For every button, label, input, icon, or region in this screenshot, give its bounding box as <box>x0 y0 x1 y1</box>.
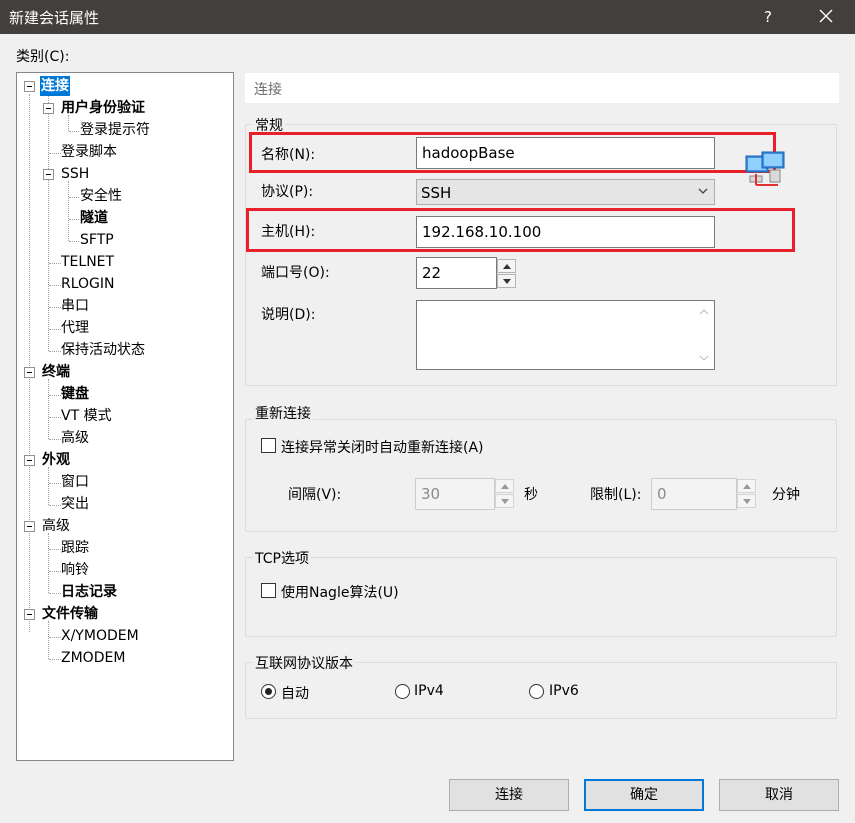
tree-item-telnet[interactable]: TELNET <box>61 252 114 272</box>
radio-ipv6[interactable] <box>529 684 544 699</box>
network-icon <box>745 151 785 186</box>
protocol-label: 协议(P): <box>261 184 314 200</box>
tree-item-connection[interactable]: 连接 <box>40 76 70 96</box>
spin-up-button[interactable] <box>737 479 756 493</box>
tree-item-zmodem[interactable]: ZMODEM <box>61 648 125 668</box>
auto-reconnect-checkbox[interactable] <box>261 438 276 453</box>
tree-item-highlight[interactable]: 突出 <box>61 494 89 514</box>
arrow-up-icon <box>501 484 509 489</box>
spin-up-button[interactable] <box>497 259 516 273</box>
category-label: 类别(C): <box>16 49 70 65</box>
tree-item-window[interactable]: 窗口 <box>61 472 89 492</box>
collapse-icon[interactable] <box>43 103 54 114</box>
tree-item-ssh[interactable]: SSH <box>61 164 89 184</box>
title-bar: 新建会话属性 ? <box>0 0 855 34</box>
tree-item-rlogin[interactable]: RLOGIN <box>61 274 115 294</box>
port-label: 端口号(O): <box>261 265 330 281</box>
tree-item-proxy[interactable]: 代理 <box>61 318 89 338</box>
scroll-down-icon <box>699 355 709 361</box>
spin-down-button[interactable] <box>737 494 756 508</box>
tcp-group-title: TCP选项 <box>253 548 311 568</box>
radio-ipv4-label[interactable]: IPv4 <box>414 683 444 699</box>
arrow-down-icon <box>743 499 751 504</box>
reconnect-group <box>245 419 837 532</box>
tree-item-serial[interactable]: 串口 <box>61 296 89 316</box>
tree-item-file-transfer[interactable]: 文件传输 <box>42 604 98 624</box>
spin-down-button[interactable] <box>497 274 516 288</box>
tree-item-terminal[interactable]: 终端 <box>42 362 70 382</box>
auto-reconnect-label[interactable]: 连接异常关闭时自动重新连接(A) <box>281 437 484 457</box>
collapse-icon[interactable] <box>43 169 54 180</box>
tree-item-keyboard[interactable]: 键盘 <box>61 384 89 404</box>
tree-item-vt-modes[interactable]: VT 模式 <box>61 406 112 426</box>
radio-auto-label[interactable]: 自动 <box>281 683 309 703</box>
collapse-icon[interactable] <box>24 455 35 466</box>
arrow-down-icon <box>503 279 511 284</box>
arrow-up-icon <box>503 264 511 269</box>
protocol-select[interactable]: SSH <box>416 179 715 205</box>
help-button[interactable]: ? <box>756 5 780 29</box>
tree-item-trace[interactable]: 跟踪 <box>61 538 89 558</box>
tree-item-sftp[interactable]: SFTP <box>80 230 114 250</box>
arrow-up-icon <box>743 484 751 489</box>
tree-item-user-auth[interactable]: 用户身份验证 <box>61 98 145 118</box>
limit-unit: 分钟 <box>772 487 800 503</box>
scroll-up-icon <box>699 309 709 315</box>
description-field[interactable] <box>416 300 715 370</box>
collapse-icon[interactable] <box>24 367 35 378</box>
close-button[interactable] <box>812 4 840 30</box>
description-label: 说明(D): <box>261 307 316 323</box>
tree-item-keep-alive[interactable]: 保持活动状态 <box>61 340 145 360</box>
radio-ipv4[interactable] <box>395 684 410 699</box>
section-header: 连接 <box>245 73 839 103</box>
limit-label: 限制(L): <box>590 487 642 503</box>
close-icon <box>819 9 833 23</box>
collapse-icon[interactable] <box>24 521 35 532</box>
cancel-button[interactable]: 取消 <box>719 779 839 811</box>
interval-unit: 秒 <box>524 487 538 503</box>
interval-label: 间隔(V): <box>288 487 342 503</box>
spin-up-button[interactable] <box>495 479 514 493</box>
tree-item-xymodem[interactable]: X/YMODEM <box>61 626 139 646</box>
ok-button[interactable]: 确定 <box>584 779 704 811</box>
category-tree[interactable]: 连接 用户身份验证 登录提示符 登录脚本 SSH 安全性 隧道 SFTP TEL… <box>16 72 234 761</box>
tree-item-logging[interactable]: 日志记录 <box>61 582 117 602</box>
host-highlight-box <box>246 208 795 252</box>
arrow-down-icon <box>501 499 509 504</box>
tree-item-login-scripts[interactable]: 登录脚本 <box>61 142 117 162</box>
tree-item-bell[interactable]: 响铃 <box>61 560 89 580</box>
window-title: 新建会话属性 <box>9 9 100 27</box>
name-highlight-box <box>249 132 776 173</box>
radio-auto[interactable] <box>261 684 276 699</box>
radio-ipv6-label[interactable]: IPv6 <box>549 683 579 699</box>
collapse-icon[interactable] <box>24 81 35 92</box>
limit-field[interactable]: 0 <box>651 478 737 510</box>
chevron-down-icon <box>698 188 708 194</box>
collapse-icon[interactable] <box>24 609 35 620</box>
ip-version-group-title: 互联网协议版本 <box>253 653 355 673</box>
tree-item-tunneling[interactable]: 隧道 <box>80 208 108 228</box>
tree-item-advanced[interactable]: 高级 <box>42 516 70 536</box>
connect-button[interactable]: 连接 <box>449 779 569 811</box>
protocol-select-value: SSH <box>421 184 452 202</box>
description-scrollbar[interactable] <box>694 301 714 369</box>
port-field[interactable]: 22 <box>416 257 497 289</box>
tree-item-terminal-advanced[interactable]: 高级 <box>61 428 89 448</box>
tree-item-appearance[interactable]: 外观 <box>42 450 70 470</box>
spin-down-button[interactable] <box>495 494 514 508</box>
interval-field[interactable]: 30 <box>415 478 495 510</box>
reconnect-group-title: 重新连接 <box>253 403 313 423</box>
tree-item-security[interactable]: 安全性 <box>80 186 122 206</box>
nagle-label[interactable]: 使用Nagle算法(U) <box>281 582 399 602</box>
tree-item-login-prompts[interactable]: 登录提示符 <box>80 120 150 140</box>
nagle-checkbox[interactable] <box>261 583 276 598</box>
